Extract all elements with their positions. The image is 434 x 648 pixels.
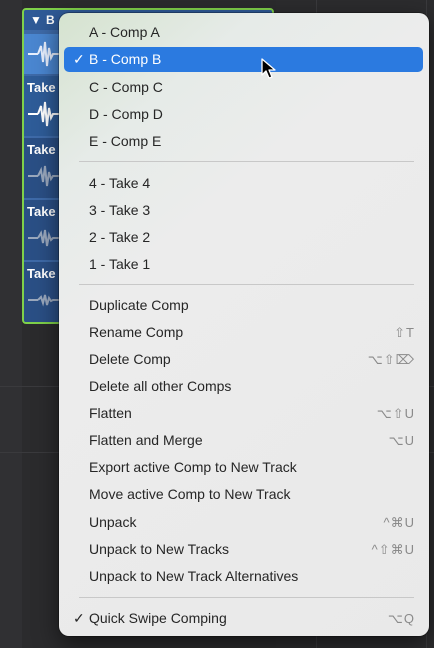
menu-item-delete-comp[interactable]: Delete Comp ⌥⇧⌦ <box>64 347 423 372</box>
menu-item-label: B - Comp B <box>89 51 162 67</box>
menu-item-take-1[interactable]: 1 - Take 1 <box>64 252 423 277</box>
menu-item-comp-d[interactable]: D - Comp D <box>64 102 423 127</box>
menu-item-label: Unpack to New Track Alternatives <box>89 568 299 584</box>
menu-item-label: Rename Comp <box>89 324 184 340</box>
waveform-icon <box>28 101 60 127</box>
take-lane-label: Take <box>27 80 56 95</box>
menu-item-comp-a[interactable]: A - Comp A <box>64 20 423 45</box>
menu-item-label: Delete Comp <box>89 351 171 367</box>
menu-item-delete-all-other-comps[interactable]: Delete all other Comps <box>64 374 423 399</box>
menu-item-flatten-and-merge[interactable]: Flatten and Merge ⌥U <box>64 428 423 453</box>
waveform-icon <box>28 229 60 247</box>
menu-item-export-comp[interactable]: Export active Comp to New Track <box>64 455 423 480</box>
menu-separator <box>79 284 414 285</box>
menu-item-label: D - Comp D <box>89 106 163 122</box>
menu-item-unpack-new-track-alternatives[interactable]: Unpack to New Track Alternatives <box>64 564 423 589</box>
menu-item-label: Duplicate Comp <box>89 297 189 313</box>
menu-item-unpack-new-tracks[interactable]: Unpack to New Tracks ^⇧⌘U <box>64 537 423 562</box>
take-lane-label: Take <box>27 142 56 157</box>
menu-item-comp-b[interactable]: ✓ B - Comp B <box>64 47 423 72</box>
track-header-area <box>0 0 22 648</box>
menu-item-label: Move active Comp to New Track <box>89 486 291 502</box>
menu-item-label: Quick Swipe Comping <box>89 610 227 626</box>
menu-item-flatten[interactable]: Flatten ⌥⇧U <box>64 401 423 426</box>
menu-item-comp-e[interactable]: E - Comp E <box>64 129 423 154</box>
checkmark-icon: ✓ <box>73 51 85 67</box>
menu-item-label: 3 - Take 3 <box>89 202 151 218</box>
menu-item-shortcut: ⌥U <box>388 433 415 448</box>
menu-item-shortcut: ⇧T <box>394 325 415 340</box>
menu-item-label: Unpack <box>89 514 137 530</box>
menu-item-label: E - Comp E <box>89 133 162 149</box>
menu-item-label: Flatten and Merge <box>89 432 203 448</box>
take-lane-label: Take <box>27 266 56 281</box>
menu-item-shortcut: ⌥Q <box>387 611 415 626</box>
menu-item-take-4[interactable]: 4 - Take 4 <box>64 171 423 196</box>
menu-item-label: Delete all other Comps <box>89 378 232 394</box>
menu-item-move-comp[interactable]: Move active Comp to New Track <box>64 482 423 507</box>
disclosure-triangle-icon[interactable]: ▼ <box>30 13 42 27</box>
menu-item-label: Flatten <box>89 405 132 421</box>
menu-item-label: 1 - Take 1 <box>89 256 151 272</box>
waveform-icon <box>28 294 60 307</box>
menu-item-shortcut: ^⇧⌘U <box>371 542 415 557</box>
menu-item-label: 4 - Take 4 <box>89 175 151 191</box>
take-lane-label: Take <box>27 204 56 219</box>
menu-item-unpack[interactable]: Unpack ^⌘U <box>64 510 423 535</box>
checkmark-icon: ✓ <box>73 610 85 626</box>
menu-separator <box>79 597 414 598</box>
menu-item-shortcut: ⌥⇧U <box>376 406 415 421</box>
take-folder-comp-label: B <box>46 13 55 27</box>
menu-item-label: C - Comp C <box>89 79 163 95</box>
menu-item-take-2[interactable]: 2 - Take 2 <box>64 225 423 250</box>
menu-item-shortcut: ^⌘U <box>383 515 415 530</box>
menu-item-label: A - Comp A <box>89 24 160 40</box>
waveform-icon <box>28 41 60 67</box>
mouse-pointer-icon <box>261 58 276 79</box>
menu-item-duplicate-comp[interactable]: Duplicate Comp <box>64 293 423 318</box>
menu-item-shortcut: ⌥⇧⌦ <box>367 352 415 367</box>
menu-item-comp-c[interactable]: C - Comp C <box>64 75 423 100</box>
take-folder-context-menu: A - Comp A ✓ B - Comp B C - Comp C D - C… <box>59 13 429 636</box>
menu-separator <box>79 161 414 162</box>
waveform-icon <box>28 165 60 187</box>
menu-item-label: Export active Comp to New Track <box>89 459 297 475</box>
menu-item-label: 2 - Take 2 <box>89 229 151 245</box>
menu-item-quick-swipe-comping[interactable]: ✓ Quick Swipe Comping ⌥Q <box>64 606 423 631</box>
menu-item-rename-comp[interactable]: Rename Comp ⇧T <box>64 320 423 345</box>
menu-item-take-3[interactable]: 3 - Take 3 <box>64 198 423 223</box>
menu-item-label: Unpack to New Tracks <box>89 541 230 557</box>
